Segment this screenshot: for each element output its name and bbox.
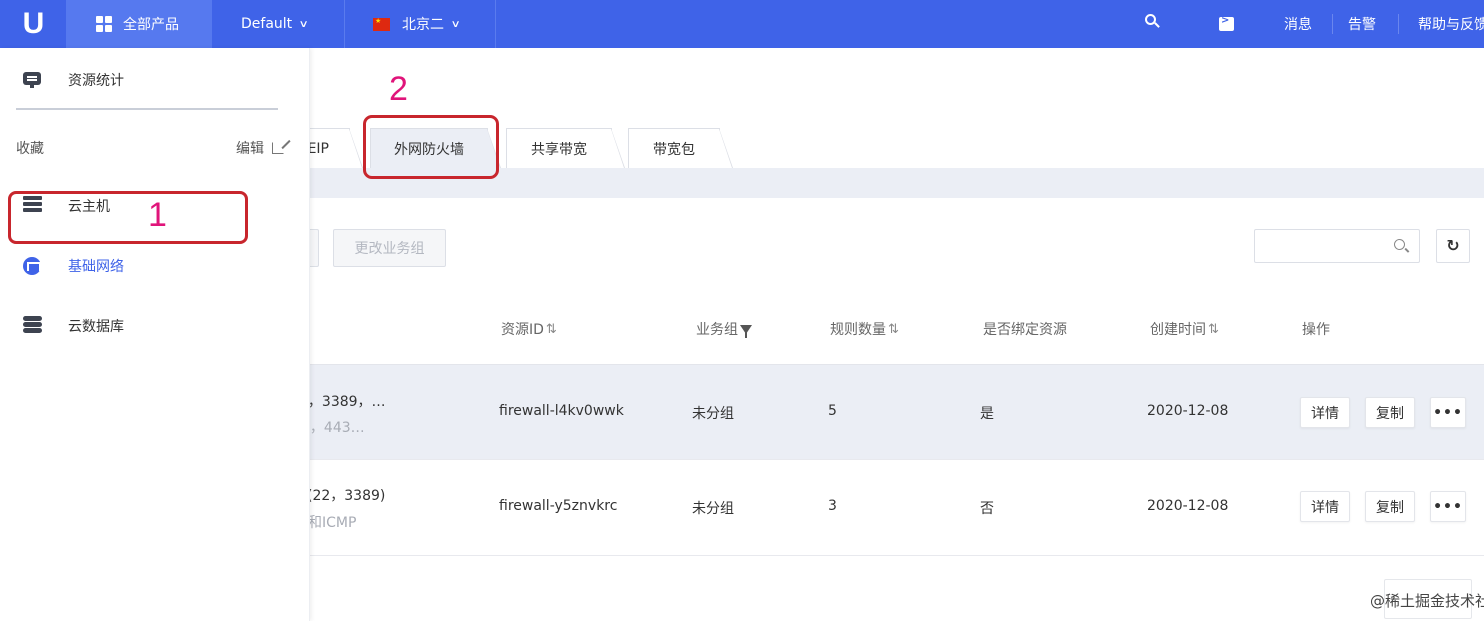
change-group-button[interactable]: 更改业务组: [333, 229, 446, 267]
monitor-icon: [23, 72, 41, 88]
rule-summary: 2，3389，…: [299, 394, 386, 410]
alarms-label: 告警: [1348, 17, 1376, 33]
rule-summary: (22，3389): [307, 488, 386, 504]
column-header-created[interactable]: 创建时间 ⇅: [1150, 319, 1219, 339]
column-header-bound: 是否绑定资源: [983, 322, 1067, 338]
rule-summary-secondary: 0，443…: [301, 420, 365, 436]
sort-icon: ⇅: [1208, 321, 1219, 337]
region-selector[interactable]: 北京二 ∨: [345, 0, 495, 48]
sidebar-item-label: 资源统计: [68, 73, 124, 89]
divider: [495, 0, 496, 48]
search-icon: [1394, 239, 1405, 250]
bound-status: 是: [980, 406, 994, 422]
grid-icon: [96, 16, 112, 32]
search-icon: [1145, 14, 1156, 25]
all-products-button[interactable]: 全部产品: [66, 0, 212, 48]
network-icon: [23, 257, 41, 275]
search-button[interactable]: [1145, 0, 1165, 48]
chevron-down-icon: ∨: [298, 18, 309, 30]
resource-id[interactable]: firewall-y5znvkrc: [499, 498, 617, 514]
edit-favorites-button[interactable]: 编辑: [236, 138, 284, 158]
china-flag-icon: [373, 17, 390, 31]
help-label: 帮助与反馈: [1418, 17, 1484, 33]
sidebar-item-label: 基础网络: [68, 259, 124, 275]
sidebar-item-resource-stats[interactable]: 资源统计: [0, 68, 300, 92]
messages-label: 消息: [1284, 17, 1312, 33]
change-group-label: 更改业务组: [354, 241, 425, 257]
database-icon: [23, 316, 43, 334]
terminal-icon: [1219, 15, 1234, 31]
edit-label: 编辑: [236, 141, 264, 157]
resource-id[interactable]: firewall-l4kv0wwk: [499, 403, 624, 419]
search-input[interactable]: [1263, 231, 1393, 261]
detail-button[interactable]: 详情: [1300, 397, 1350, 428]
project-selector[interactable]: Default ∨: [212, 0, 344, 48]
group: 未分组: [692, 501, 734, 517]
column-header-resource-id[interactable]: 资源ID ⇅: [501, 319, 557, 339]
divider: [1332, 14, 1333, 34]
favorites-heading: 收藏: [16, 141, 44, 157]
copy-button[interactable]: 复制: [1365, 491, 1415, 522]
chevron-down-icon: ∨: [450, 18, 461, 30]
annotation-highlight-tab: [363, 115, 499, 179]
rule-summary-secondary: 和ICMP: [308, 515, 357, 531]
refresh-button[interactable]: ↻: [1436, 229, 1470, 263]
project-label: Default: [241, 16, 293, 32]
tab-shared-bandwidth[interactable]: 共享带宽: [506, 128, 625, 168]
annotation-number: 2: [389, 70, 408, 108]
divider: [1398, 14, 1399, 34]
created-date: 2020-12-08: [1147, 403, 1229, 419]
console-button[interactable]: [1219, 0, 1234, 48]
column-header-group[interactable]: 业务组: [696, 319, 752, 339]
filter-icon: [740, 324, 752, 338]
sidebar-item-cloud-database[interactable]: 云数据库: [0, 314, 300, 338]
tab-bandwidth-package[interactable]: 带宽包: [628, 128, 733, 168]
tab-label: 共享带宽: [531, 141, 587, 158]
annotation-highlight-sidebar: [8, 191, 248, 244]
more-actions-button[interactable]: •••: [1430, 397, 1466, 428]
edit-icon: [272, 142, 284, 154]
bound-status: 否: [980, 501, 994, 517]
sidebar-item-label: 云数据库: [68, 319, 124, 335]
region-label: 北京二: [402, 17, 444, 33]
table-row: (22，3389) 和ICMP firewall-y5znvkrc 未分组 3 …: [307, 460, 1484, 556]
messages-link[interactable]: 消息: [1284, 0, 1312, 48]
sidebar-item-basic-network[interactable]: 基础网络: [0, 254, 300, 278]
refresh-icon: ↻: [1446, 236, 1460, 255]
annotation-number: 1: [148, 196, 167, 234]
tab-label: EIP: [307, 140, 329, 157]
detail-button[interactable]: 详情: [1300, 491, 1350, 522]
tab-label: 带宽包: [653, 141, 695, 158]
rule-count: 3: [828, 498, 837, 514]
table-row: 2，3389，… 0，443… firewall-l4kv0wwk 未分组 5 …: [299, 364, 1484, 460]
divider: [16, 108, 278, 110]
copy-button[interactable]: 复制: [1365, 397, 1415, 428]
all-products-label: 全部产品: [123, 17, 179, 33]
rule-count: 5: [828, 403, 837, 419]
sort-icon: ⇅: [545, 321, 557, 337]
top-navbar: U 全部产品 Default ∨ 北京二 ∨ 消息 告警 帮助与反馈: [0, 0, 1484, 48]
column-header-actions: 操作: [1302, 322, 1330, 338]
sort-icon: ⇅: [888, 321, 899, 337]
alarms-link[interactable]: 告警: [1348, 0, 1376, 48]
brand-logo[interactable]: U: [0, 0, 66, 48]
search-field[interactable]: [1254, 229, 1420, 263]
logo-text: U: [22, 7, 45, 40]
more-actions-button[interactable]: •••: [1430, 491, 1466, 522]
created-date: 2020-12-08: [1147, 498, 1229, 514]
product-side-panel: 资源统计 收藏 编辑 云主机 基础网络 云数据库: [0, 48, 310, 621]
help-link[interactable]: 帮助与反馈: [1418, 0, 1484, 48]
watermark: @稀土掘金技术社区: [1370, 592, 1484, 610]
column-header-rule-count[interactable]: 规则数量 ⇅: [830, 319, 899, 339]
group: 未分组: [692, 406, 734, 422]
